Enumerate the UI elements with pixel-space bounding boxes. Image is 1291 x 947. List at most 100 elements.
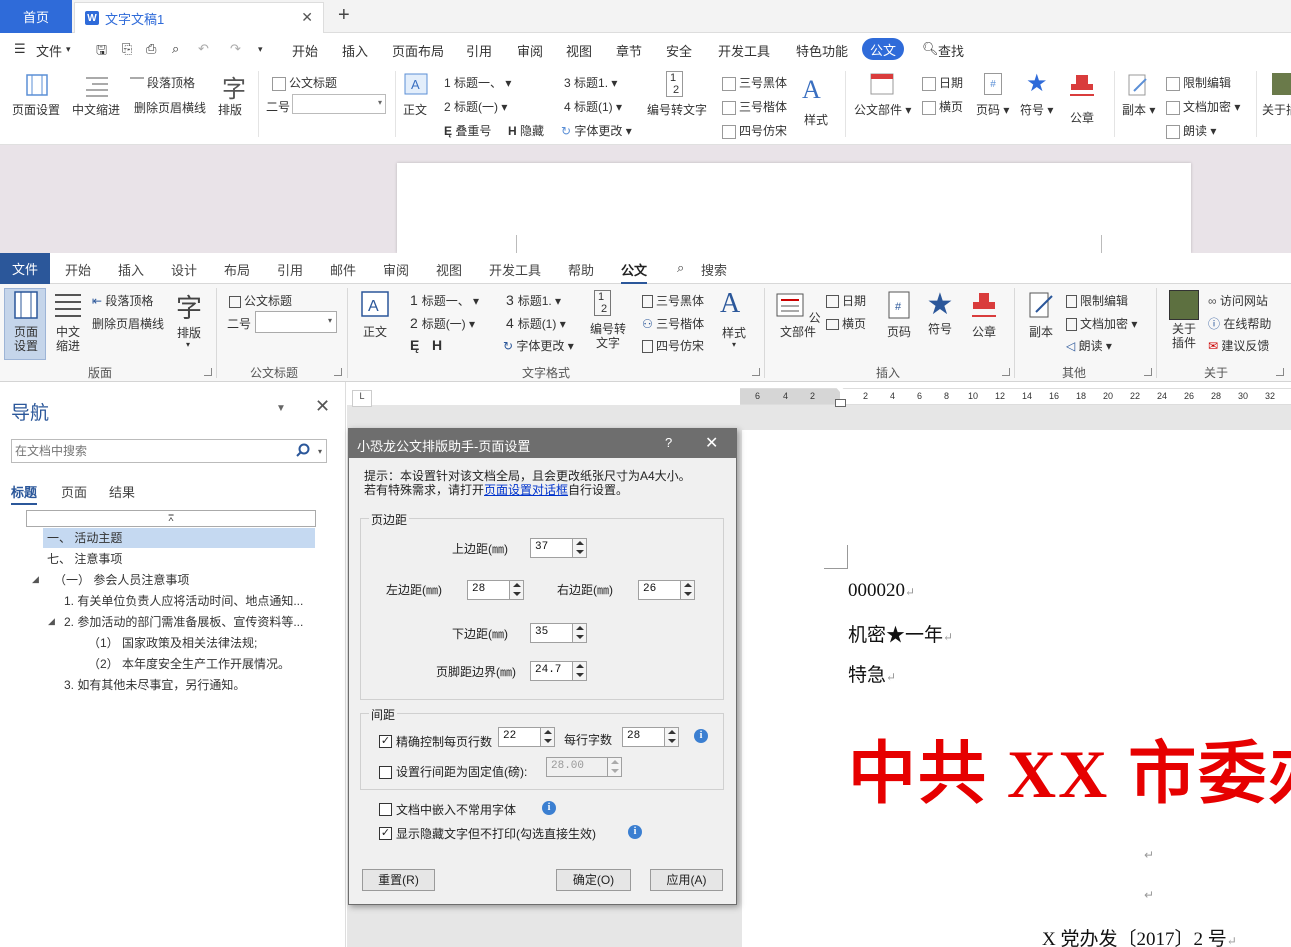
wps-cn-indent-button[interactable]: 中文缩进: [72, 101, 120, 118]
left-margin-input[interactable]: 28: [467, 580, 524, 600]
chevron-down-icon[interactable]: ▾: [258, 44, 263, 55]
wps-menu-references[interactable]: 引用: [466, 41, 492, 60]
nav-heading-item[interactable]: 一、 活动主题: [43, 528, 315, 548]
hamburger-icon[interactable]: ☰: [14, 41, 26, 57]
chevron-down-icon[interactable]: ▼: [276, 403, 286, 414]
spin-up-icon[interactable]: [611, 760, 619, 764]
spinner-buttons[interactable]: [607, 758, 621, 776]
word-font-change-button[interactable]: ↻ 字体更改 ▾: [503, 337, 574, 354]
wps-document-page[interactable]: [397, 163, 1191, 253]
chevron-down-icon[interactable]: ▾: [732, 340, 736, 349]
wps-page-num-button[interactable]: 页码 ▾: [976, 101, 1009, 118]
wps-para-top-button[interactable]: 段落顶格: [130, 74, 195, 91]
spin-down-icon[interactable]: [576, 673, 584, 677]
help-icon[interactable]: ?: [665, 435, 672, 450]
nav-tab-headings[interactable]: 标题: [11, 482, 38, 505]
undo-icon[interactable]: ↶: [198, 41, 209, 57]
wps-kaiti-button[interactable]: 三号楷体: [722, 98, 787, 115]
spin-up-icon[interactable]: [576, 541, 584, 545]
spin-down-icon[interactable]: [544, 739, 552, 743]
wps-about-button[interactable]: 关于插: [1262, 101, 1291, 118]
word-restrict-button[interactable]: 限制编辑: [1066, 292, 1128, 309]
wps-doc-parts-button[interactable]: 公文部件 ▾: [854, 101, 911, 118]
wps-restrict-button[interactable]: 限制编辑: [1166, 74, 1231, 91]
spinner-buttons[interactable]: [680, 581, 694, 599]
nav-collapse-bar[interactable]: ⩞: [26, 510, 316, 527]
nav-heading-item[interactable]: 1. 有关单位负责人应将活动时间、地点通知...: [64, 591, 303, 611]
spin-down-icon[interactable]: [611, 769, 619, 773]
word-h2-style[interactable]: 2 标题(一) ▾: [410, 315, 475, 332]
wps-del-header-line-button[interactable]: 删除页眉横线: [134, 99, 206, 116]
doc-serial-number[interactable]: 000020↵: [848, 580, 915, 602]
spin-up-icon[interactable]: [513, 583, 521, 587]
word-kaiti-button[interactable]: ⚇ 三号楷体: [642, 315, 704, 332]
embed-fonts-checkbox[interactable]: [379, 803, 392, 816]
spin-up-icon[interactable]: [544, 730, 552, 734]
close-icon[interactable]: ✕: [705, 433, 718, 453]
ok-button[interactable]: 确定(O): [556, 869, 631, 891]
redo-icon[interactable]: ↷: [230, 41, 241, 57]
wps-date-button[interactable]: 日期: [922, 74, 963, 91]
chevron-down-icon[interactable]: ▾: [66, 44, 71, 55]
tab-selector[interactable]: L: [352, 390, 372, 407]
left-indent-marker[interactable]: [835, 399, 846, 407]
wps-doc-title-button[interactable]: 公文标题: [272, 74, 337, 91]
wps-menu-chapter[interactable]: 章节: [616, 41, 642, 60]
wps-body-style[interactable]: 正文: [403, 101, 427, 118]
fixed-spacing-input[interactable]: 28.00: [546, 757, 622, 777]
chevron-down-icon[interactable]: ▾: [186, 340, 190, 349]
word-page-num-button[interactable]: # 页码: [882, 290, 916, 339]
word-feedback-button[interactable]: ✉ 建议反馈: [1208, 337, 1269, 354]
doc-number[interactable]: X 党办发〔2017〕2 号↵: [1042, 924, 1237, 947]
wps-overlap-button[interactable]: Ę 叠重号: [444, 122, 491, 139]
wps-menu-features[interactable]: 特色功能: [796, 41, 848, 60]
word-tab-insert[interactable]: 插入: [118, 260, 144, 279]
wps-menu-start[interactable]: 开始: [292, 41, 318, 60]
top-margin-input[interactable]: 37: [530, 538, 587, 558]
wps-file-menu[interactable]: 文件: [36, 41, 62, 60]
wps-h2-style[interactable]: 2 标题(一) ▾: [444, 98, 507, 115]
spin-down-icon[interactable]: [668, 739, 676, 743]
spinner-buttons[interactable]: [572, 662, 586, 680]
hide-icon[interactable]: H: [432, 337, 442, 353]
word-h1-style[interactable]: 1 标题一、 ▾: [410, 292, 479, 309]
word-size-select[interactable]: ▾: [255, 311, 337, 333]
word-landscape-button[interactable]: 横页: [826, 315, 866, 332]
collapse-triangle-icon[interactable]: ◢: [48, 616, 55, 627]
word-num-to-text-button[interactable]: 编号转文字: [588, 322, 628, 350]
apply-button[interactable]: 应用(A): [650, 869, 723, 891]
spinner-buttons[interactable]: [540, 728, 554, 746]
doc-urgency[interactable]: 特急↵: [848, 660, 896, 687]
spin-up-icon[interactable]: [668, 730, 676, 734]
export-icon[interactable]: ⎘: [122, 41, 132, 57]
word-about-button[interactable]: 关于插件: [1166, 290, 1202, 350]
new-tab-button[interactable]: +: [338, 4, 350, 27]
nav-tab-results[interactable]: 结果: [109, 482, 135, 501]
word-copy-button[interactable]: 副本: [1022, 290, 1060, 339]
word-para-top-button[interactable]: ⇤ 段落顶格: [92, 292, 153, 309]
first-line-indent-marker[interactable]: [834, 385, 846, 392]
wps-home-tab[interactable]: 首页: [0, 0, 72, 33]
right-margin-input[interactable]: 26: [638, 580, 695, 600]
word-style-button[interactable]: 样式: [722, 324, 746, 341]
dialog-launcher-icon[interactable]: [334, 368, 342, 376]
word-tab-review[interactable]: 审阅: [383, 260, 409, 279]
page-setup-link[interactable]: 页面设置对话框: [484, 483, 568, 497]
wps-menu-developer[interactable]: 开发工具: [718, 41, 770, 60]
wps-menu-gongwen[interactable]: 公文: [862, 38, 904, 60]
reset-button[interactable]: 重置(R): [362, 869, 435, 891]
dialog-launcher-icon[interactable]: [1144, 368, 1152, 376]
spin-up-icon[interactable]: [576, 664, 584, 668]
footer-distance-input[interactable]: 24.7: [530, 661, 587, 681]
chars-per-line-input[interactable]: 28: [622, 727, 679, 747]
wps-read-button[interactable]: 朗读 ▾: [1166, 122, 1216, 139]
wps-heiti-button[interactable]: 三号黑体: [722, 74, 787, 91]
close-icon[interactable]: ✕: [315, 396, 330, 417]
spin-up-icon[interactable]: [576, 626, 584, 630]
word-help-button[interactable]: ⓘ 在线帮助: [1208, 315, 1271, 332]
dialog-launcher-icon[interactable]: [1002, 368, 1010, 376]
lines-per-page-checkbox[interactable]: ✓: [379, 735, 392, 748]
word-seal-button[interactable]: 公章: [966, 290, 1002, 339]
nav-heading-item[interactable]: 3. 如有其他未尽事宜，另行通知。: [64, 675, 245, 695]
wps-copy-button[interactable]: 副本 ▾: [1122, 101, 1155, 118]
